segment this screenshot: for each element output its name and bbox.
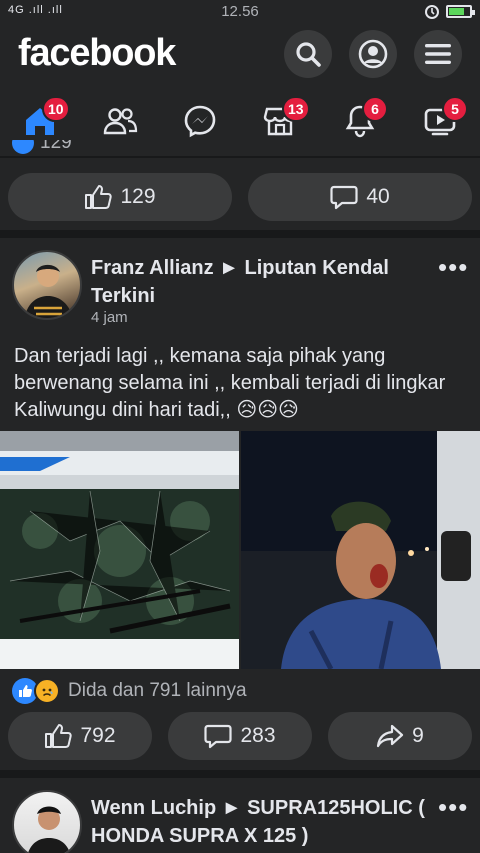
post-separator — [0, 230, 480, 238]
menu-icon — [425, 44, 451, 64]
app-header: facebook 10 13 6 5 — [0, 24, 480, 156]
next-post-options-button[interactable]: ••• — [438, 792, 468, 823]
home-badge: 10 — [42, 96, 70, 122]
post-options-button[interactable]: ••• — [438, 252, 468, 283]
post-text: Dan terjadi lagi ,, kemana saja pihak ya… — [14, 345, 446, 421]
status-bar: 4G .ıll .ıll 12.56 — [0, 0, 480, 24]
like-reaction-icon — [12, 140, 34, 154]
next-post-card: Wenn Luchip ► SUPRA125HOLIC ( HONDA SUPR… — [0, 778, 480, 853]
comment-button[interactable]: 283 — [168, 712, 312, 760]
post-card: Franz Allianz ► Liputan Kendal Terkini 4… — [0, 238, 480, 770]
nav-messenger-tab[interactable] — [160, 90, 240, 152]
like-button[interactable]: 129 — [8, 173, 232, 221]
sad-reaction-icon — [34, 678, 60, 704]
author-avatar[interactable] — [12, 250, 82, 320]
status-icons — [424, 3, 475, 19]
messenger-icon — [184, 105, 216, 138]
like-button[interactable]: 792 — [8, 712, 152, 760]
post-photo-left[interactable] — [0, 431, 239, 669]
comment-count: 283 — [240, 724, 276, 747]
like-count: 792 — [80, 724, 116, 747]
alarm-icon — [425, 5, 439, 19]
like-count: 129 — [120, 185, 156, 208]
friends-icon — [103, 108, 138, 135]
share-button[interactable]: 9 — [328, 712, 472, 760]
post-author[interactable]: Franz Allianz ► Liputan Kendal Terkini — [91, 254, 431, 310]
post-separator — [0, 770, 480, 778]
nav-marketplace-tab[interactable]: 13 — [240, 90, 320, 152]
post-photo-right[interactable] — [241, 431, 480, 669]
next-post-author[interactable]: Wenn Luchip ► SUPRA125HOLIC ( HONDA SUPR… — [91, 794, 436, 850]
comment-count: 40 — [366, 185, 390, 208]
cracked-windshield-photo — [0, 431, 239, 669]
reaction-summary[interactable]: Dida dan 791 lainnya — [12, 678, 247, 704]
facebook-logo[interactable]: facebook — [18, 32, 176, 75]
post-time[interactable]: 4 jam — [91, 309, 128, 326]
reaction-count-text: Dida dan 791 lainnya — [68, 680, 247, 701]
avatar-photo — [28, 806, 70, 853]
clock: 12.56 — [221, 3, 259, 20]
notifications-badge: 6 — [362, 96, 388, 122]
battery-icon — [446, 4, 475, 18]
thumbs-up-icon — [45, 724, 73, 748]
comment-icon — [330, 185, 358, 210]
nav-watch-tab[interactable]: 5 — [400, 90, 480, 152]
profile-icon — [358, 39, 388, 69]
search-button[interactable] — [284, 30, 332, 78]
share-icon — [377, 724, 404, 748]
previous-post-reaction-count: 129 — [40, 140, 72, 153]
thumbs-up-icon — [85, 185, 113, 209]
next-post-author-avatar[interactable] — [12, 790, 82, 853]
watch-badge: 5 — [442, 96, 468, 122]
previous-post-actions: 129 40 — [0, 158, 480, 230]
injured-man-photo — [241, 431, 480, 669]
marketplace-badge: 13 — [282, 96, 310, 122]
comment-button[interactable]: 40 — [248, 173, 472, 221]
previous-post-reactions: 129 — [12, 140, 132, 158]
nav-notifications-tab[interactable]: 6 — [320, 90, 400, 152]
comment-icon — [204, 724, 233, 749]
search-icon — [296, 42, 321, 67]
menu-button[interactable] — [414, 30, 462, 78]
avatar-photo — [24, 264, 73, 318]
share-count: 9 — [412, 724, 424, 747]
profile-button[interactable] — [349, 30, 397, 78]
